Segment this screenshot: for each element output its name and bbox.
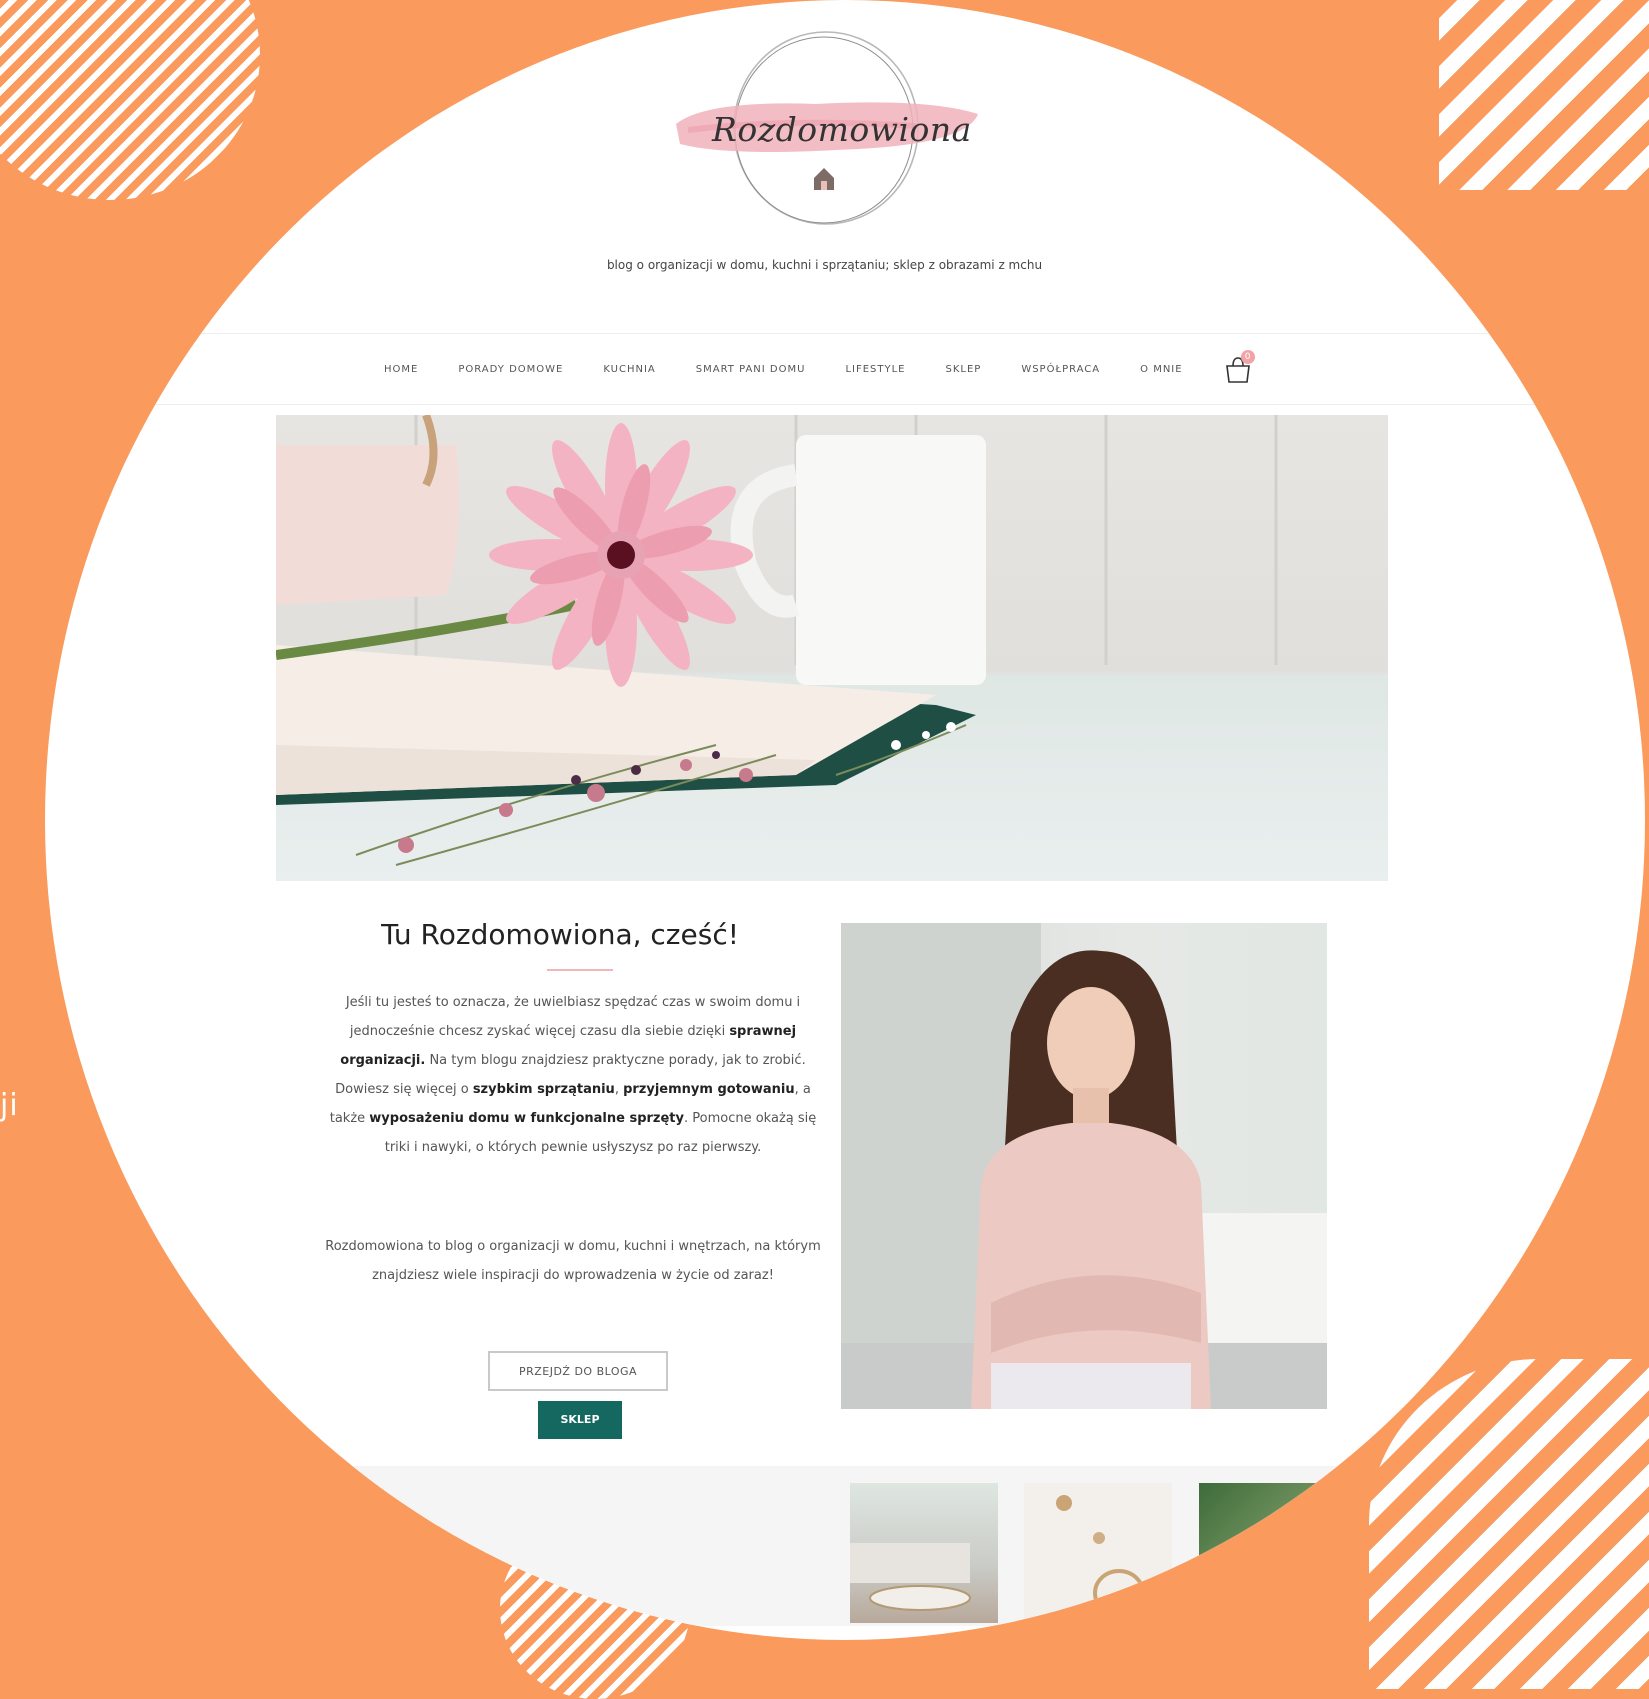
- logo-text: Rozdomowiona: [712, 110, 972, 149]
- intro-paragraph-bold: szybkim sprzątaniu: [472, 1082, 615, 1097]
- site-logo[interactable]: Rozdomowiona: [666, 18, 986, 233]
- intro-paragraph-bold: przyjemnym gotowaniu: [623, 1082, 795, 1097]
- nav-item-smart-pani-domu[interactable]: SMART PANI DOMU: [696, 364, 806, 375]
- cart-button[interactable]: 0: [1223, 350, 1255, 384]
- cart-count-badge: 0: [1240, 350, 1255, 364]
- nav-item-sklep[interactable]: SKLEP: [945, 364, 981, 375]
- nav-item-home[interactable]: HOME: [384, 364, 418, 375]
- house-icon: [814, 168, 834, 190]
- post-thumbnail[interactable]: [1024, 1483, 1172, 1623]
- cropped-side-text: ji: [0, 1088, 19, 1123]
- intro-heading: Tu Rozdomowiona, cześć!: [381, 918, 739, 951]
- nav-item-kuchnia[interactable]: KUCHNIA: [603, 364, 655, 375]
- hero-image: [276, 415, 1388, 881]
- intro-paragraph-text: ,: [614, 1082, 624, 1097]
- shop-button[interactable]: SKLEP: [538, 1401, 622, 1439]
- recent-posts-section: [45, 1466, 1645, 1626]
- post-thumbnail[interactable]: [850, 1483, 998, 1623]
- go-to-blog-button[interactable]: PRZEJDŹ DO BLOGA: [488, 1351, 668, 1391]
- intro-paragraph-2: Rozdomowiona to blog o organizacji w dom…: [325, 1239, 821, 1283]
- nav-item-porady-domowe[interactable]: PORADY DOMOWE: [458, 364, 563, 375]
- author-portrait: [841, 923, 1327, 1409]
- website-screenshot-circle: Rozdomowiona blog o organizacji w domu, …: [45, 0, 1645, 1640]
- nav-item-wspolpraca[interactable]: WSPÓŁPRACA: [1021, 364, 1100, 375]
- site-tagline: blog o organizacji w domu, kuchni i sprz…: [606, 258, 1043, 272]
- nav-item-lifestyle[interactable]: LIFESTYLE: [845, 364, 905, 375]
- heading-divider: [547, 969, 613, 971]
- main-navigation: HOME PORADY DOMOWE KUCHNIA SMART PANI DO…: [45, 333, 1645, 405]
- post-thumbnail[interactable]: [1199, 1483, 1329, 1623]
- intro-paragraph-bold: wyposażeniu domu w funkcjonalne sprzęty: [369, 1111, 684, 1126]
- website: Rozdomowiona blog o organizacji w domu, …: [45, 0, 1645, 1626]
- intro-paragraph-1: Jeśli tu jesteś to oznacza, że uwielbias…: [318, 988, 828, 1162]
- nav-item-o-mnie[interactable]: O MNIE: [1140, 364, 1182, 375]
